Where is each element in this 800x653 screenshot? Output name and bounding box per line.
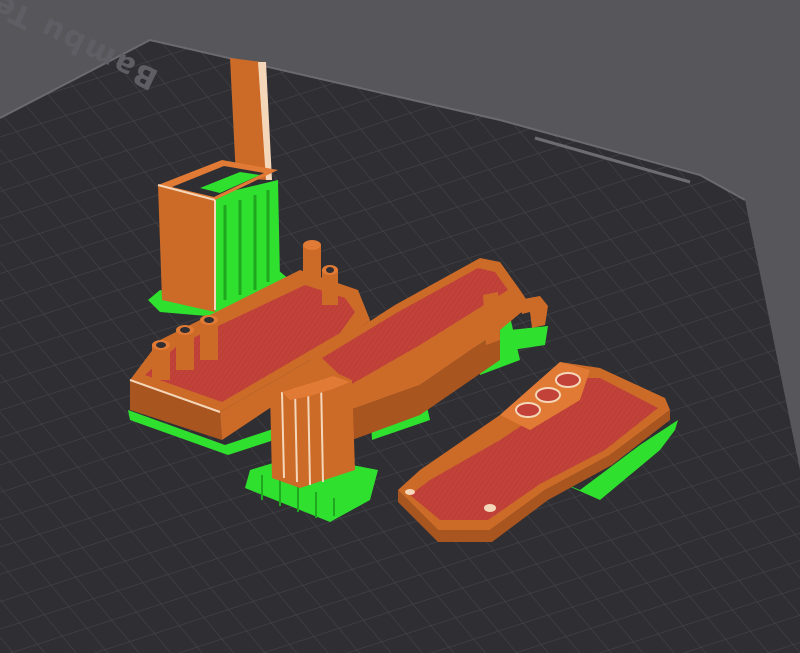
hole [515, 402, 541, 418]
hole [484, 504, 496, 512]
hole [405, 489, 415, 495]
3d-viewport[interactable]: Bambu Text [0, 0, 800, 653]
peg [322, 265, 338, 305]
peg [303, 240, 321, 285]
peg [200, 315, 218, 360]
hook [483, 292, 500, 345]
hole [555, 372, 581, 388]
peg [176, 325, 194, 370]
hole [535, 387, 561, 403]
peg [152, 340, 170, 380]
box-front [158, 185, 215, 312]
